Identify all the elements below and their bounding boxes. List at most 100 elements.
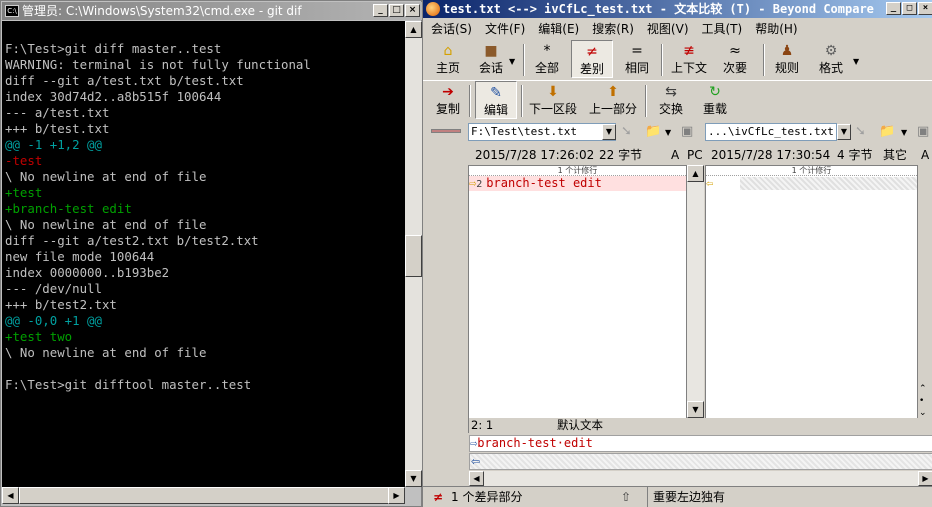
status-divider (647, 487, 648, 507)
hscroll-thumb[interactable] (19, 487, 389, 504)
copy-button[interactable]: ➔ 复制 (431, 81, 465, 117)
detail-line-left[interactable]: ⇨branch-test·edit (469, 435, 932, 452)
console-line: -test (5, 153, 43, 168)
left-path-dropdown-icon[interactable]: ▼ (602, 124, 616, 140)
scroll-right-icon[interactable]: ▶ (918, 471, 932, 486)
menu-session[interactable]: 会话(S) (423, 19, 477, 39)
menu-help[interactable]: 帮助(H) (747, 19, 802, 39)
scroll-up-icon[interactable]: ▲ (687, 165, 704, 182)
swap-button[interactable]: ⇆ 交换 (651, 81, 691, 117)
bc-maximize-button[interactable]: □ (902, 2, 917, 15)
minimize-button[interactable]: _ (373, 4, 388, 17)
right-save-icon[interactable]: ▣ (917, 125, 929, 139)
format-dropdown-icon[interactable]: ▼ (853, 57, 859, 66)
console-line: diff --git a/test.txt b/test.txt (5, 73, 244, 88)
console-line: \ No newline at end of file (5, 169, 207, 184)
console-line: @@ -0,0 +1 @@ (5, 313, 102, 328)
left-open-arrow-icon[interactable]: ➘ (621, 125, 632, 139)
right-file-eol: 其它 (883, 148, 908, 162)
cmd-app-icon: C:\ (5, 4, 19, 17)
scroll-down-icon[interactable]: ▼ (405, 470, 422, 487)
left-save-icon[interactable]: ▣ (681, 125, 693, 139)
left-folder-icon[interactable]: 📁 (645, 125, 661, 139)
approx-icon: ≈ (729, 43, 741, 59)
left-file-eol: PC (687, 148, 703, 162)
right-pane-status (705, 418, 918, 433)
menu-edit[interactable]: 编辑(E) (530, 19, 584, 39)
right-diff-line[interactable]: ⇦ (706, 176, 917, 191)
cmd-vertical-scrollbar[interactable]: ▲ ▼ (405, 21, 422, 487)
show-diffs-button[interactable]: ≠ 差别 (571, 40, 613, 78)
scroll-up-icon[interactable]: ▲ (405, 21, 422, 38)
menu-search[interactable]: 搜索(R) (584, 19, 639, 39)
scroll-right-icon[interactable]: ▶ (388, 487, 405, 504)
context-button[interactable]: ≢ 上下文 (667, 40, 711, 76)
right-file-date: 2015/7/28 17:30:54 (711, 148, 831, 162)
left-file-size: 22 字节 (599, 148, 643, 162)
format-button[interactable]: ⚙ 格式 (813, 40, 849, 76)
reload-button[interactable]: ↻ 重载 (695, 81, 735, 117)
right-path-dropdown-icon[interactable]: ▼ (837, 124, 851, 140)
close-button[interactable]: × (405, 4, 420, 17)
console-line: +++ b/test2.txt (5, 297, 117, 312)
prev-section-button[interactable]: ⬆ 上一部分 (585, 81, 641, 117)
console-output[interactable]: F:\Test>git diff master..test WARNING: te… (2, 21, 405, 487)
diff-count-text: 1 个差异部分 (451, 490, 523, 504)
toolbar-separator (523, 44, 525, 76)
arrow-right-icon: ➔ (442, 84, 454, 100)
right-folder-dropdown-icon[interactable]: ▼ (901, 128, 907, 137)
status-message: 重要左边独有 (653, 490, 726, 504)
left-text-pane[interactable]: 1 个计修行 ⇨2 branch-test edit (468, 165, 687, 433)
console-line: \ No newline at end of file (5, 345, 207, 360)
bc-title-bar[interactable]: test.txt <--> ivCfLc_test.txt - 文本比较 (T)… (423, 0, 932, 18)
briefcase-icon: ■ (484, 43, 498, 59)
right-text-pane[interactable]: 1 个计修行 ⇦ (705, 165, 918, 433)
show-same-button[interactable]: = 相同 (619, 40, 655, 76)
right-open-arrow-icon[interactable]: ➘ (855, 125, 866, 139)
scroll-left-icon[interactable]: ◀ (469, 471, 484, 486)
session-dropdown-icon[interactable]: ▼ (509, 57, 515, 66)
rules-button[interactable]: ♟ 规则 (769, 40, 805, 76)
scroll-down-icon[interactable]: ▼ (687, 401, 704, 418)
session-button[interactable]: ■ 会话 (473, 40, 509, 76)
menu-tools[interactable]: 工具(T) (694, 19, 748, 39)
gear-icon: ⚙ (824, 43, 838, 59)
console-line: F:\Test>git diff master..test (5, 41, 222, 56)
left-diff-line[interactable]: ⇨2 branch-test edit (469, 176, 686, 191)
right-path-input[interactable]: ...\ivCfLc_test.txt (705, 123, 837, 141)
right-folder-icon[interactable]: 📁 (879, 125, 895, 139)
menu-view[interactable]: 视图(V) (639, 19, 694, 39)
bc-close-button[interactable]: × (918, 2, 932, 15)
left-folder-dropdown-icon[interactable]: ▼ (665, 128, 671, 137)
minor-button[interactable]: ≈ 次要 (717, 40, 753, 76)
right-pane-scrollbar[interactable]: ⌃ • ⌄ (918, 165, 932, 433)
cmd-title-bar[interactable]: C:\ 管理员: C:\Windows\System32\cmd.exe - gi… (2, 2, 422, 20)
bc-minimize-button[interactable]: _ (886, 2, 901, 15)
next-section-button[interactable]: ⬇ 下一区段 (527, 81, 579, 117)
status-bar: ≠ 1 个差异部分 ⇧ 重要左边独有 (423, 486, 932, 507)
home-button[interactable]: ⌂ 主页 (431, 40, 465, 76)
right-pane-header: 1 个计修行 (706, 166, 917, 176)
scroll-left-icon[interactable]: ◀ (2, 487, 19, 504)
menu-bar: 会话(S) 文件(F) 编辑(E) 搜索(R) 视图(V) 工具(T) 帮助(H) (423, 19, 932, 39)
main-toolbar: ⌂ 主页 ■ 会话 ▼ * 全部 ≠ 差别 = 相同 ≢ 上下文 ≈ 次要 ♟ 规则 ⚙ 格式 ▼ (423, 40, 932, 80)
bc-horizontal-scrollbar[interactable]: ◀ ▶ (469, 471, 932, 486)
console-line: new file mode 100644 (5, 249, 155, 264)
show-all-button[interactable]: * 全部 (529, 40, 565, 76)
diff-gutter (423, 165, 468, 433)
cmd-horizontal-scrollbar[interactable]: ◀ ▶ (2, 487, 405, 504)
maximize-button[interactable]: □ (389, 4, 404, 17)
home-icon: ⌂ (443, 43, 453, 59)
edit-button[interactable]: ✎ 编辑 (475, 81, 517, 119)
left-path-input[interactable]: F:\Test\test.txt (468, 123, 616, 141)
detail-line-right[interactable]: ⇦ (469, 453, 932, 470)
beyond-compare-window: test.txt <--> ivCfLc_test.txt - 文本比较 (T)… (422, 0, 932, 507)
toolbar-separator (645, 85, 647, 117)
menu-file[interactable]: 文件(F) (477, 19, 530, 39)
scroll-thumb[interactable] (405, 235, 422, 277)
nav-dots-icon[interactable]: ⌃ • ⌄ (919, 383, 927, 419)
referee-icon: ♟ (780, 43, 794, 59)
edit-pencil-icon: ✎ (490, 85, 502, 101)
pane-marker-icon (431, 129, 461, 133)
left-pane-scrollbar[interactable]: ▲ ▼ (687, 165, 704, 418)
